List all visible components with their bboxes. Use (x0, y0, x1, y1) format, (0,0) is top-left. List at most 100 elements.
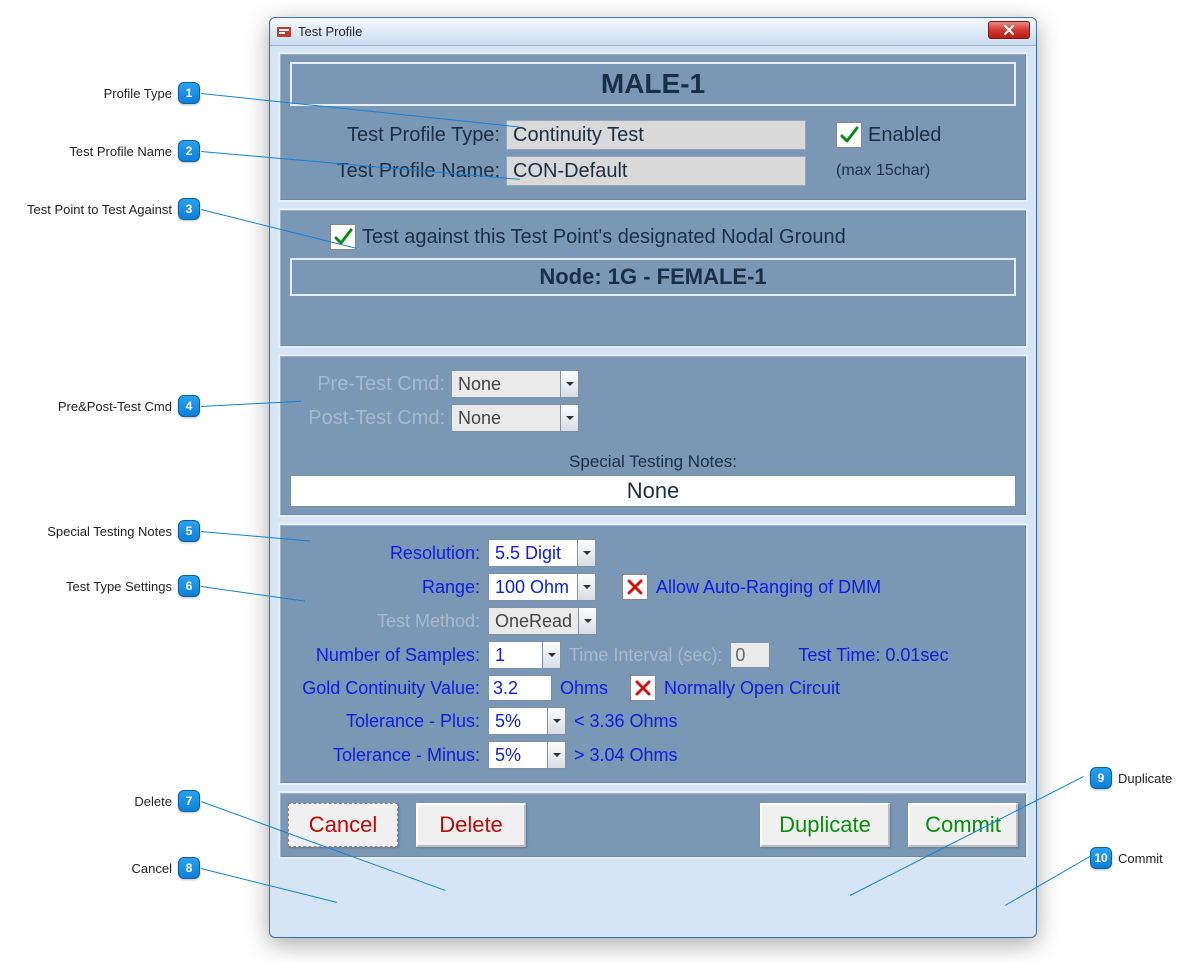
range-dropdown-button[interactable] (578, 573, 596, 601)
duplicate-button[interactable]: Duplicate (760, 803, 890, 847)
window-title: Test Profile (298, 24, 362, 39)
post-cmd-dropdown-button[interactable] (561, 404, 579, 432)
close-button[interactable] (988, 21, 1030, 39)
callout-2-label: Test Profile Name (69, 144, 172, 159)
testmethod-label: Test Method: (290, 611, 480, 632)
x-icon (634, 679, 652, 697)
profile-type-value[interactable]: Continuity Test (506, 120, 806, 150)
resolution-combo[interactable]: 5.5 Digit (488, 539, 596, 567)
cmd-notes-panel: Pre-Test Cmd: None Post-Test Cmd: None S… (278, 354, 1028, 517)
callout-7: Delete 7 (90, 790, 200, 812)
enabled-checkbox[interactable] (836, 122, 862, 148)
client-area: MALE-1 Test Profile Type: Continuity Tes… (278, 52, 1028, 929)
check-icon (839, 125, 859, 145)
testmethod-combo: OneRead (488, 607, 597, 635)
callout-7-label: Delete (134, 794, 172, 809)
callout-9-num: 9 (1090, 767, 1112, 789)
callout-4-num: 4 (178, 395, 200, 417)
callout-2: Test Profile Name 2 (30, 140, 200, 162)
autorange-label: Allow Auto-Ranging of DMM (656, 577, 881, 598)
tolminus-label: Tolerance - Minus: (290, 745, 480, 766)
tolplus-label: Tolerance - Plus: (290, 711, 480, 732)
range-label: Range: (290, 577, 480, 598)
samples-combo[interactable]: 1 (488, 641, 561, 669)
profile-name-label: Test Profile Name: (290, 160, 500, 183)
notes-title: Special Testing Notes: (290, 452, 1016, 472)
tolminus-dropdown-button[interactable] (548, 741, 566, 769)
testtime-label: Test Time: 0.01sec (798, 645, 948, 666)
callout-7-num: 7 (178, 790, 200, 812)
gold-label: Gold Continuity Value: (290, 678, 480, 699)
tolplus-calc: < 3.36 Ohms (574, 711, 678, 732)
resolution-dropdown-button[interactable] (578, 539, 596, 567)
callout-4-label: Pre&Post-Test Cmd (58, 399, 172, 414)
callout-9: 9 Duplicate (1090, 767, 1172, 789)
resolution-label: Resolution: (290, 543, 480, 564)
node-header: Node: 1G - FEMALE-1 (290, 258, 1016, 296)
callout-3-num: 3 (178, 198, 200, 220)
button-bar-panel: Cancel Delete Duplicate Commit (278, 791, 1028, 859)
pre-cmd-dropdown-button[interactable] (561, 370, 579, 398)
tolminus-combo[interactable]: 5% (488, 741, 566, 769)
gold-input[interactable]: 3.2 (488, 675, 552, 701)
samples-value: 1 (488, 641, 543, 669)
callout-3-label: Test Point to Test Against (27, 202, 172, 217)
range-combo[interactable]: 100 Ohm (488, 573, 596, 601)
callout-10-num: 10 (1090, 847, 1112, 869)
interval-label: Time Interval (sec): (569, 645, 722, 666)
callout-1: Profile Type 1 (50, 82, 200, 104)
tolplus-dropdown-button[interactable] (548, 707, 566, 735)
post-cmd-label: Post-Test Cmd: (290, 407, 445, 430)
button-bar: Cancel Delete Duplicate Commit (280, 793, 1026, 857)
callout-9-label: Duplicate (1118, 771, 1172, 786)
titlebar[interactable]: Test Profile (270, 18, 1036, 46)
callout-6: Test Type Settings 6 (30, 575, 200, 597)
pre-cmd-value: None (451, 370, 561, 398)
profile-name-input[interactable]: CON-Default (506, 156, 806, 186)
samples-label: Number of Samples: (290, 645, 480, 666)
callout-5-label: Special Testing Notes (47, 524, 172, 539)
tolminus-calc: > 3.04 Ohms (574, 745, 678, 766)
test-against-panel: Test against this Test Point's designate… (278, 208, 1028, 348)
button-spacer (544, 803, 742, 847)
callout-8: Cancel 8 (90, 857, 200, 879)
callout-6-label: Test Type Settings (66, 579, 172, 594)
callout-10: 10 Commit (1090, 847, 1163, 869)
callout-8-label: Cancel (132, 861, 172, 876)
callout-1-num: 1 (178, 82, 200, 104)
callout-5: Special Testing Notes 5 (20, 520, 200, 542)
post-cmd-combo[interactable]: None (451, 404, 579, 432)
profile-name-hint: (max 15char) (836, 162, 930, 180)
callout-6-num: 6 (178, 575, 200, 597)
notes-input[interactable]: None (290, 475, 1016, 507)
delete-button[interactable]: Delete (416, 803, 526, 847)
autorange-checkbox[interactable] (622, 574, 648, 600)
gold-unit: Ohms (560, 678, 608, 699)
commit-button[interactable]: Commit (908, 803, 1018, 847)
range-value: 100 Ohm (488, 573, 578, 601)
pre-cmd-combo[interactable]: None (451, 370, 579, 398)
callout-3: Test Point to Test Against 3 (2, 198, 200, 220)
test-against-label: Test against this Test Point's designate… (362, 226, 846, 249)
callout-8-num: 8 (178, 857, 200, 879)
x-icon (626, 578, 644, 596)
resolution-value: 5.5 Digit (488, 539, 578, 567)
samples-dropdown-button[interactable] (543, 641, 561, 669)
enabled-label: Enabled (868, 124, 941, 147)
pre-cmd-label: Pre-Test Cmd: (290, 373, 445, 396)
close-icon (1003, 25, 1015, 35)
testmethod-value: OneRead (488, 607, 579, 635)
profile-type-label: Test Profile Type: (290, 124, 500, 147)
cancel-button[interactable]: Cancel (288, 803, 398, 847)
callout-5-num: 5 (178, 520, 200, 542)
normopen-label: Normally Open Circuit (664, 678, 840, 699)
post-cmd-value: None (451, 404, 561, 432)
callout-1-label: Profile Type (104, 86, 172, 101)
app-icon (276, 24, 292, 40)
test-profile-window: Test Profile MALE-1 Test Profile Type: C… (269, 17, 1037, 938)
callout-4: Pre&Post-Test Cmd 4 (30, 395, 200, 417)
settings-panel: Resolution: 5.5 Digit Range: 100 Ohm All… (278, 523, 1028, 785)
normopen-checkbox[interactable] (630, 675, 656, 701)
tolplus-combo[interactable]: 5% (488, 707, 566, 735)
profile-header: MALE-1 (290, 62, 1016, 106)
